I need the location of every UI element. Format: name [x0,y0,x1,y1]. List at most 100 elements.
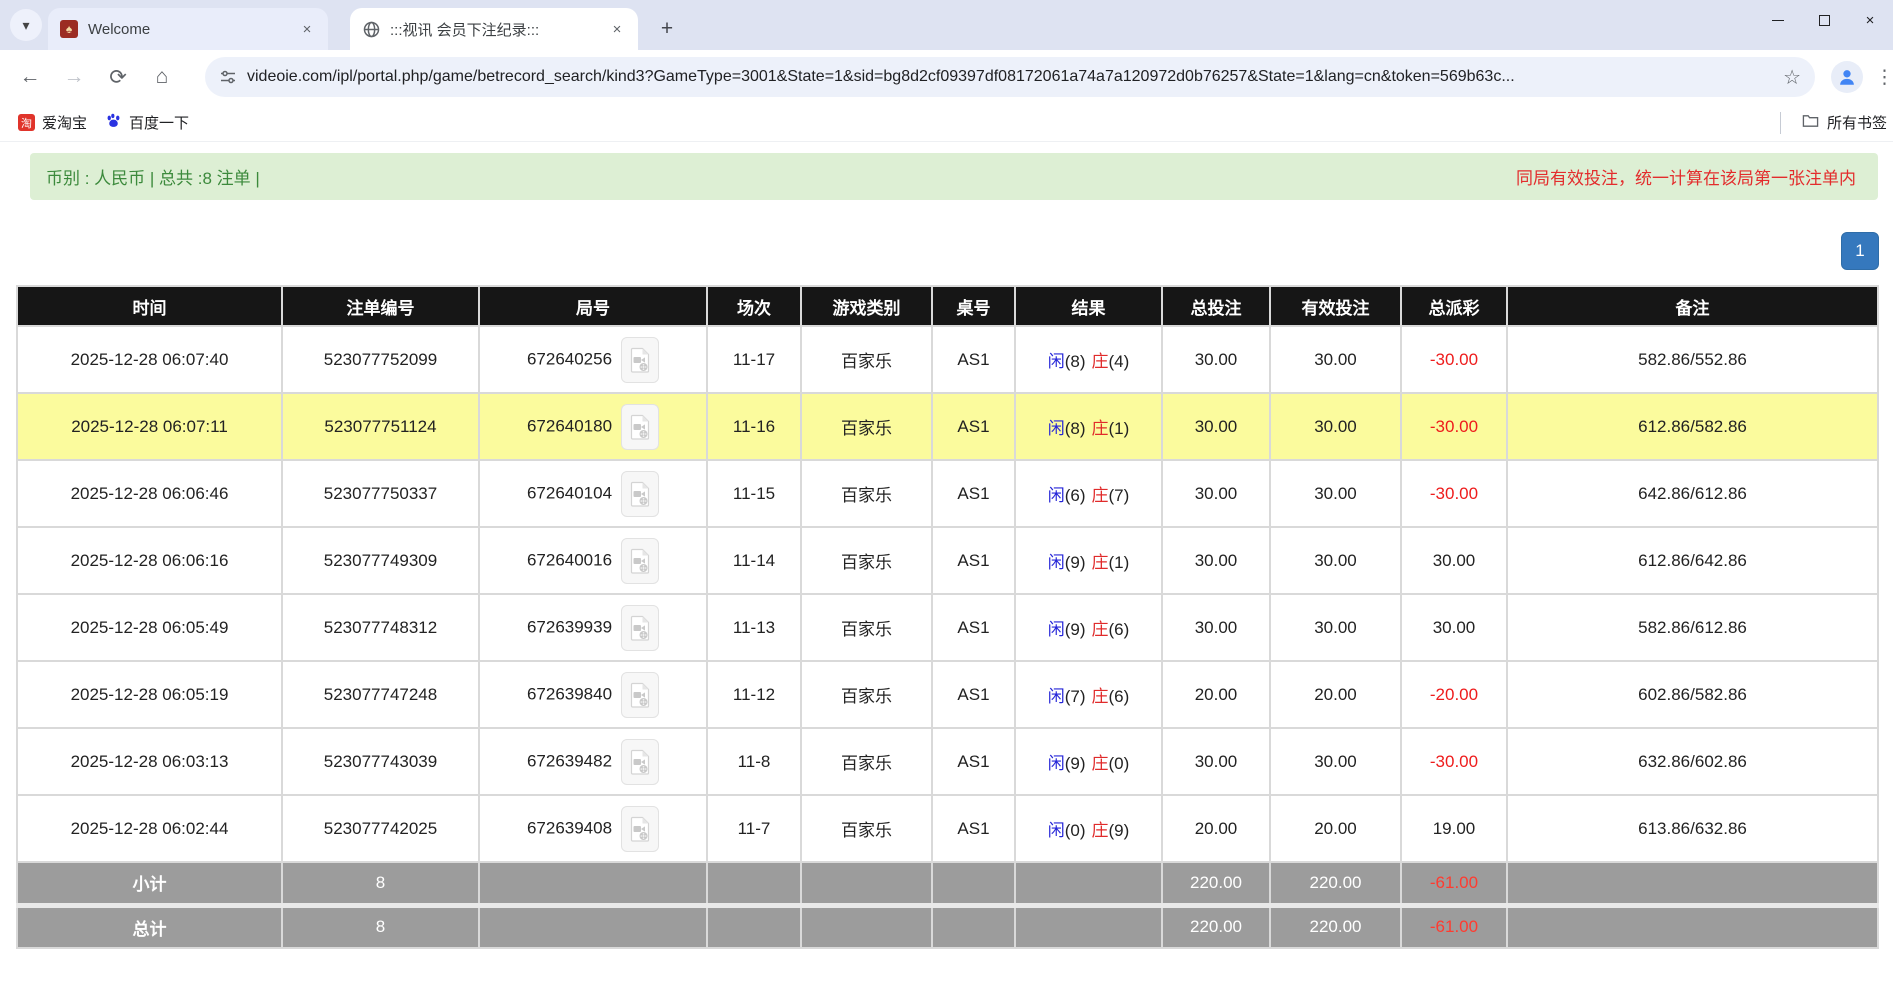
player-points: (9) [1065,620,1086,639]
table-row: 2025-12-28 06:05:49 523077748312 6726399… [17,594,1878,661]
result-cell: 闲(8)庄(1) [1015,393,1162,460]
header-result: 结果 [1015,286,1162,326]
reload-icon[interactable]: ⟳ [104,63,132,91]
close-icon[interactable]: × [298,20,316,38]
url-bar[interactable]: videoie.com/ipl/portal.php/game/betrecor… [205,57,1815,97]
bookmark-baidu[interactable]: 百度一下 [105,112,189,133]
close-icon[interactable]: × [608,20,626,38]
banker-points: (1) [1109,553,1130,572]
session: 11-7 [707,795,801,862]
close-window-button[interactable]: × [1847,0,1893,40]
tab-search-button[interactable]: ▾ [10,9,42,41]
all-bookmarks-button[interactable]: 所有书签 [1802,112,1887,133]
table-row: 2025-12-28 06:05:19 523077747248 6726398… [17,661,1878,728]
tab-title: Welcome [88,21,288,38]
profile-avatar[interactable] [1831,61,1863,93]
session: 11-17 [707,326,801,393]
round-number: 672639482 [527,751,612,770]
round-cell: 672639482 [479,728,707,795]
bookmarks-divider [1780,112,1781,134]
result-cell: 闲(9)庄(6) [1015,594,1162,661]
summary-info-bar: 币别 : 人民币 | 总共 :8 注单 | 同局有效投注，统一计算在该局第一张注… [30,153,1878,200]
bookmark-taobao[interactable]: 淘 爱淘宝 [18,112,87,133]
payout: 30.00 [1401,527,1507,594]
maximize-button[interactable] [1801,0,1847,40]
new-tab-button[interactable]: + [652,14,682,44]
result-cell: 闲(9)庄(1) [1015,527,1162,594]
valid-bet: 20.00 [1270,795,1401,862]
video-replay-button[interactable] [621,739,659,785]
tab-welcome[interactable]: ♠ Welcome × [48,8,328,50]
result-cell: 闲(6)庄(7) [1015,460,1162,527]
total-row: 总计 8 220.00 220.00 -61.00 [17,905,1878,948]
video-replay-button[interactable] [621,605,659,651]
header-game-type: 游戏类别 [801,286,932,326]
total-bet: 20.00 [1162,795,1270,862]
bet-id: 523077742025 [282,795,479,862]
result-cell: 闲(0)庄(9) [1015,795,1162,862]
remark: 642.86/612.86 [1507,460,1878,527]
player-result: 闲 [1048,352,1065,371]
bet-records-table: 时间 注单编号 局号 场次 游戏类别 桌号 结果 总投注 有效投注 总派彩 备注… [16,285,1879,949]
table-summary: 小计 8 220.00 220.00 -61.00 总计 8 220.00 22… [17,862,1878,948]
bet-time: 2025-12-28 06:07:11 [17,393,282,460]
bookmark-star-icon[interactable]: ☆ [1783,65,1801,90]
bet-id: 523077748312 [282,594,479,661]
remark: 582.86/552.86 [1507,326,1878,393]
header-table-no: 桌号 [932,286,1015,326]
remark: 613.86/632.86 [1507,795,1878,862]
bet-time: 2025-12-28 06:06:46 [17,460,282,527]
round-cell: 672639840 [479,661,707,728]
bookmark-label: 百度一下 [129,112,189,133]
toolbar-right: ⋮ [1831,61,1891,93]
video-replay-button[interactable] [621,538,659,584]
menu-kebab-icon[interactable]: ⋮ [1875,66,1891,89]
site-settings-icon[interactable] [219,68,237,86]
session: 11-12 [707,661,801,728]
pagination-page-1-button[interactable]: 1 [1841,232,1879,270]
game-type: 百家乐 [801,594,932,661]
round-cell: 672640180 [479,393,707,460]
player-result: 闲 [1048,486,1065,505]
payout: 30.00 [1401,594,1507,661]
home-icon[interactable]: ⌂ [148,63,176,91]
session: 11-14 [707,527,801,594]
tab-strip: ▾ ♠ Welcome × :::视讯 会员下注纪录::: × + × [0,0,1893,50]
session: 11-16 [707,393,801,460]
banker-result: 庄 [1092,486,1109,505]
round-cell: 672640016 [479,527,707,594]
video-replay-button[interactable] [621,471,659,517]
browser-toolbar: ← → ⟳ ⌂ videoie.com/ipl/portal.php/game/… [0,50,1893,104]
subtotal-valid-bet: 220.00 [1270,862,1401,905]
player-result: 闲 [1048,620,1065,639]
forward-icon[interactable]: → [60,63,88,91]
round-number: 672639939 [527,617,612,636]
banker-points: (6) [1109,620,1130,639]
back-icon[interactable]: ← [16,63,44,91]
round-cell: 672639408 [479,795,707,862]
video-replay-button[interactable] [621,337,659,383]
payout: 19.00 [1401,795,1507,862]
remark: 582.86/612.86 [1507,594,1878,661]
minimize-button[interactable] [1755,0,1801,40]
bet-time: 2025-12-28 06:07:40 [17,326,282,393]
table-row: 2025-12-28 06:02:44 523077742025 6726394… [17,795,1878,862]
video-replay-button[interactable] [621,672,659,718]
header-valid-bet: 有效投注 [1270,286,1401,326]
round-number: 672639840 [527,684,612,703]
total-bet: 30.00 [1162,594,1270,661]
total-bet: 20.00 [1162,661,1270,728]
taobao-icon: 淘 [18,114,35,131]
tab-betrecord[interactable]: :::视讯 会员下注纪录::: × [350,8,638,50]
table-row: 2025-12-28 06:03:13 523077743039 6726394… [17,728,1878,795]
player-result: 闲 [1048,687,1065,706]
total-valid-bet: 220.00 [1270,905,1401,948]
video-replay-button[interactable] [621,404,659,450]
player-points: (8) [1065,419,1086,438]
video-replay-button[interactable] [621,806,659,852]
round-number: 672640256 [527,349,612,368]
round-number: 672639408 [527,818,612,837]
table-row: 2025-12-28 06:06:16 523077749309 6726400… [17,527,1878,594]
payout: -30.00 [1401,728,1507,795]
player-points: (9) [1065,754,1086,773]
